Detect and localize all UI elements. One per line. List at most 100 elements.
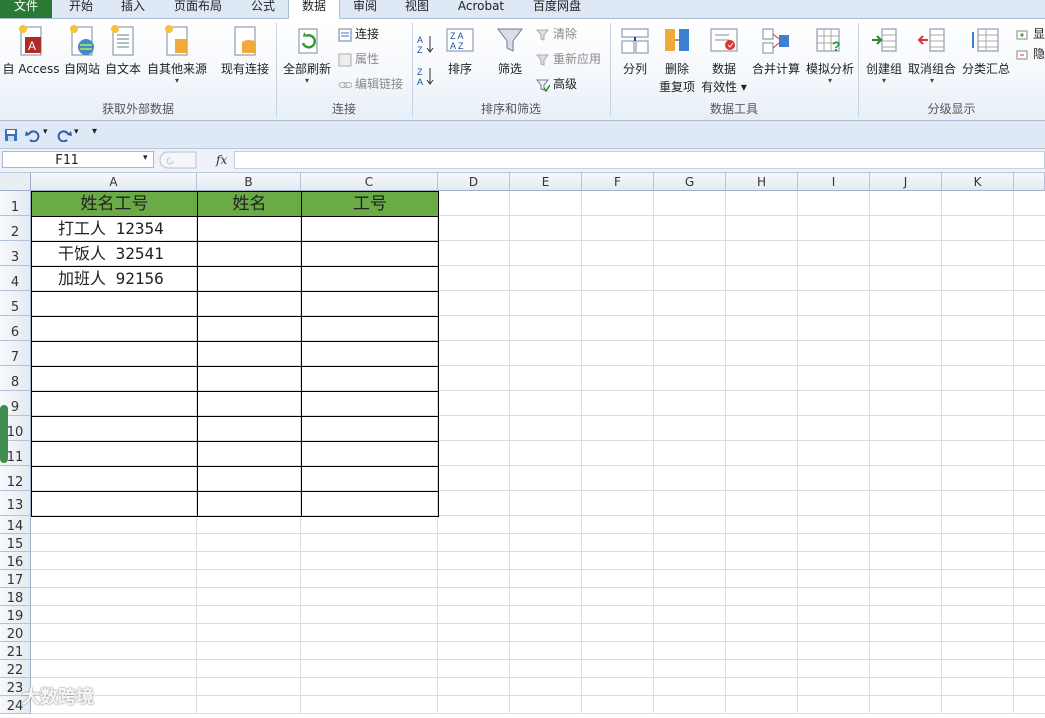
column-header-c[interactable]: C <box>301 173 438 191</box>
row-header[interactable]: 21 <box>0 642 31 660</box>
from-web-button[interactable]: 自网站 <box>62 23 102 77</box>
save-icon[interactable] <box>4 128 18 142</box>
tab-insert[interactable]: 插入 <box>112 0 154 18</box>
tab-view[interactable]: 视图 <box>396 0 438 18</box>
undo-icon[interactable] <box>25 128 41 142</box>
redo-dropdown-icon[interactable]: ▾ <box>74 127 79 137</box>
ungroup-button[interactable]: 取消组合 ▾ <box>906 23 958 85</box>
group-title-get-external-data: 获取外部数据 <box>101 102 174 116</box>
reapply-label: 重新应用 <box>553 52 602 66</box>
row-header[interactable]: 1 <box>0 191 31 216</box>
filter-button[interactable]: 筛选 <box>492 23 528 77</box>
column-header-j[interactable]: J <box>870 173 942 191</box>
text-to-columns-button[interactable]: 分列 <box>616 23 654 77</box>
column-header-b[interactable]: B <box>197 173 301 191</box>
properties-button[interactable]: 属性 <box>338 50 379 68</box>
group-button[interactable]: 创建组 ▾ <box>862 23 906 85</box>
row-header[interactable]: 6 <box>0 316 31 341</box>
formula-bar-resize-handle-icon[interactable] <box>158 151 198 169</box>
row-header[interactable]: 14 <box>0 516 31 534</box>
table-cell[interactable] <box>302 267 438 291</box>
row-header[interactable]: 15 <box>0 534 31 552</box>
tab-home[interactable]: 开始 <box>60 0 102 18</box>
connections-button[interactable]: 连接 <box>338 25 379 43</box>
table-cell[interactable] <box>302 242 438 266</box>
select-all-corner[interactable] <box>0 173 31 191</box>
table-cell[interactable] <box>302 217 438 241</box>
row-header[interactable]: 12 <box>0 466 31 491</box>
tab-page-layout[interactable]: 页面布局 <box>164 0 232 18</box>
reapply-button[interactable]: 重新应用 <box>536 50 601 68</box>
formula-bar: F11 ▾ fx <box>0 149 1045 173</box>
from-access-button[interactable]: A 自 Access <box>2 23 60 77</box>
row-header[interactable]: 17 <box>0 570 31 588</box>
advanced-filter-button[interactable]: 高级 <box>536 75 577 93</box>
column-header-h[interactable]: H <box>726 173 798 191</box>
row-header[interactable]: 13 <box>0 491 31 516</box>
row-header[interactable]: 19 <box>0 606 31 624</box>
insert-function-icon[interactable]: fx <box>216 151 230 169</box>
row-header[interactable]: 2 <box>0 216 31 241</box>
sort-descending-button[interactable]: ZA <box>416 65 438 87</box>
column-header-g[interactable]: G <box>654 173 726 191</box>
hide-detail-button[interactable]: 隐 <box>1016 45 1045 63</box>
existing-connections-button[interactable]: 现有连接 <box>218 23 272 77</box>
name-box-dropdown-icon[interactable]: ▾ <box>143 153 148 163</box>
row-header[interactable]: 8 <box>0 366 31 391</box>
sort-button[interactable]: Z AA Z 排序 <box>442 23 478 77</box>
data-validation-button[interactable]: 数据 有效性 ▾ <box>700 23 748 95</box>
clear-filter-button[interactable]: 清除 <box>536 25 577 43</box>
table-cell[interactable]: 干饭人 32541 <box>32 242 197 266</box>
remove-duplicates-icon <box>665 29 689 51</box>
edit-links-button[interactable]: 编辑链接 <box>338 75 403 93</box>
tab-baidu-netdisk[interactable]: 百度网盘 <box>524 0 590 18</box>
sort-ascending-button[interactable]: AZ <box>416 33 438 55</box>
redo-icon[interactable] <box>56 128 72 142</box>
table-cell[interactable]: 加班人 92156 <box>32 267 197 291</box>
tab-acrobat[interactable]: Acrobat <box>450 0 512 18</box>
from-text-button[interactable]: 自文本 <box>104 23 142 77</box>
what-if-analysis-button[interactable]: ? 模拟分析 ▾ <box>804 23 856 85</box>
table-header-cell[interactable]: 工号 <box>302 192 438 216</box>
column-header-f[interactable]: F <box>582 173 654 191</box>
consolidate-button[interactable]: 合并计算 <box>750 23 802 77</box>
row-header[interactable]: 3 <box>0 241 31 266</box>
row-header[interactable]: 16 <box>0 552 31 570</box>
table-header-cell[interactable]: 姓名工号 <box>32 192 197 216</box>
show-detail-button[interactable]: 显 <box>1016 25 1045 43</box>
gridline-horizontal <box>31 533 1045 534</box>
row-header[interactable]: 7 <box>0 341 31 366</box>
table-border-horizontal <box>31 241 439 242</box>
column-header-i[interactable]: I <box>798 173 870 191</box>
from-other-sources-button[interactable]: 自其他来源 ▾ <box>146 23 208 85</box>
column-header-k[interactable]: K <box>942 173 1014 191</box>
subtotal-button[interactable]: 分类汇总 <box>960 23 1012 77</box>
column-header-a[interactable]: A <box>31 173 197 191</box>
table-cell[interactable] <box>198 267 301 291</box>
from-text-label: 自文本 <box>104 62 141 76</box>
row-header[interactable]: 18 <box>0 588 31 606</box>
name-box[interactable]: F11 <box>2 151 154 168</box>
column-header-e[interactable]: E <box>510 173 582 191</box>
undo-dropdown-icon[interactable]: ▾ <box>43 127 48 137</box>
chevron-down-icon: ▾ <box>827 76 832 85</box>
formula-input[interactable] <box>234 151 1045 169</box>
clear-label: 清除 <box>553 27 578 41</box>
remove-duplicates-button[interactable]: 删除 重复项 <box>656 23 698 95</box>
tab-data[interactable]: 数据 <box>288 0 340 19</box>
tab-review[interactable]: 审阅 <box>344 0 386 18</box>
tab-formulas[interactable]: 公式 <box>242 0 284 18</box>
row-header[interactable]: 5 <box>0 291 31 316</box>
row-header[interactable]: 20 <box>0 624 31 642</box>
tab-file[interactable]: 文件 <box>0 0 52 18</box>
customize-qat-icon[interactable]: ▾ <box>92 126 97 137</box>
row-header[interactable]: 22 <box>0 660 31 678</box>
refresh-all-button[interactable]: 全部刷新 ▾ <box>280 23 334 85</box>
table-header-cell[interactable]: 姓名 <box>198 192 301 216</box>
table-cell[interactable]: 打工人 12354 <box>32 217 197 241</box>
table-cell[interactable] <box>198 217 301 241</box>
table-cell[interactable] <box>198 242 301 266</box>
column-header-d[interactable]: D <box>438 173 510 191</box>
scroll-grip-handle[interactable] <box>0 405 8 463</box>
row-header[interactable]: 4 <box>0 266 31 291</box>
